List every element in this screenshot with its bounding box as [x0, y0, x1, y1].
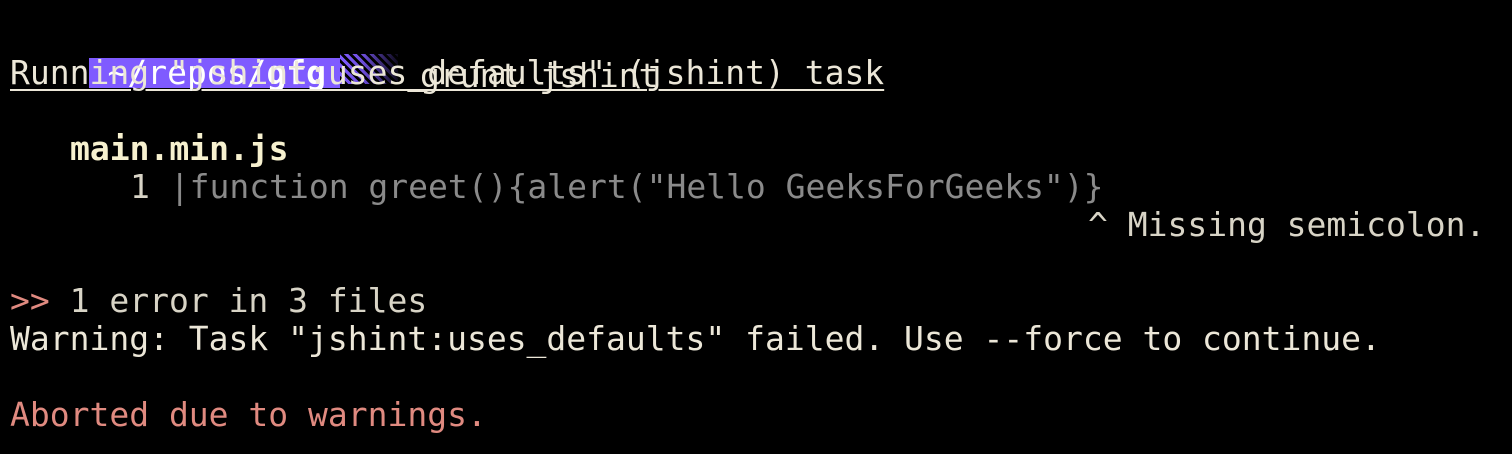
summary-text: 1 error in 3 files: [69, 281, 428, 320]
aborted-line: Aborted due to warnings.: [10, 395, 487, 434]
task-line: Running "jshint:uses_defaults" (jshint) …: [10, 53, 885, 92]
error-marker: ^ Missing semicolon.: [1088, 205, 1486, 244]
code-separator: [150, 167, 170, 206]
summary-arrow-icon: >>: [10, 281, 50, 320]
code-line-number: 1: [130, 167, 150, 206]
prompt-line: ~/repos/gfg grunt jshint: [10, 16, 658, 95]
summary-line: >> 1 error in 3 files: [10, 282, 427, 320]
code-line: 1 |function greet(){alert("Hello GeeksFo…: [130, 168, 1104, 206]
code-text: function greet(){alert("Hello GeeksForGe…: [189, 167, 1104, 206]
file-name: main.min.js: [70, 130, 289, 168]
warning-line: Warning: Task "jshint:uses_defaults" fai…: [10, 319, 1381, 358]
terminal-window[interactable]: ~/repos/gfg grunt jshint Running "jshint:…: [0, 0, 1512, 454]
code-separator-bar: |: [169, 167, 190, 206]
file-name-text: main.min.js: [70, 129, 289, 168]
